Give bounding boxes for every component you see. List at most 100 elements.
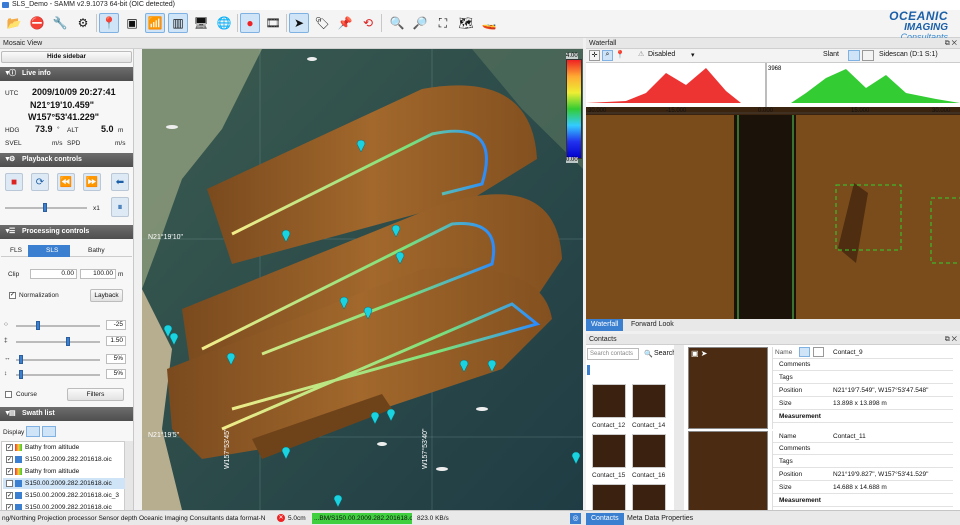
course-checkbox[interactable] <box>5 391 12 398</box>
slant-toggle[interactable]: Slant <box>823 51 839 58</box>
mode-select[interactable]: Disabled <box>648 51 675 58</box>
row-checkbox[interactable]: ✓ <box>6 492 13 499</box>
slider2-knob[interactable] <box>66 337 70 346</box>
list-item[interactable]: ✓ Bathy from altitude <box>3 442 125 453</box>
slider1[interactable] <box>16 325 100 327</box>
display-chart-icon[interactable] <box>26 426 40 437</box>
tab-meta-data-properties[interactable]: Meta Data Properties <box>622 513 698 525</box>
playback-slider-knob[interactable] <box>43 203 47 212</box>
search-icon[interactable]: 🔍 <box>644 350 653 358</box>
stop-button[interactable]: ■ <box>5 173 23 191</box>
float-close-icons[interactable]: ⧉ ✕ <box>945 334 957 345</box>
contacts-list-scrollbar[interactable] <box>674 345 684 512</box>
boat-icon[interactable]: 🚤 <box>479 13 499 33</box>
clip-max-input[interactable]: 100.00 <box>80 269 116 279</box>
slider4-value[interactable]: 5% <box>106 369 126 379</box>
pause-button[interactable]: ⏸ <box>111 197 129 217</box>
playback-icon[interactable]: 🎞 <box>263 13 283 33</box>
slider3-knob[interactable] <box>19 355 23 364</box>
contact-thumbnail[interactable] <box>632 434 666 468</box>
record-icon[interactable]: ● <box>240 13 260 33</box>
processing-controls-header[interactable]: ▼ ☰ Processing controls <box>0 225 133 239</box>
prop-value[interactable]: N21°19'9.827", W157°53'41.529" <box>833 469 928 481</box>
hide-sidebar-button[interactable]: Hide sidebar <box>1 51 132 63</box>
list-item[interactable]: ✓ S150.00.2009.282.201618.oic <box>3 454 125 465</box>
mosaic-canvas[interactable] <box>142 49 583 510</box>
split-view-icon[interactable] <box>862 50 874 61</box>
slider4[interactable] <box>16 374 100 376</box>
row-checkbox[interactable]: ✓ <box>6 468 13 475</box>
contact-preview-image[interactable]: ▣ ➤ <box>688 347 768 429</box>
loop-button[interactable]: ⟳ <box>31 173 49 191</box>
tools-icon[interactable]: 🔧 <box>50 13 70 33</box>
live-info-header[interactable]: ▼ ⓘ Live info <box>0 67 133 81</box>
prop-value[interactable]: Contact_9 <box>833 347 863 359</box>
row-checkbox[interactable] <box>6 480 13 487</box>
window-icon[interactable]: ▣ <box>122 13 142 33</box>
marker-icon[interactable]: 📌 <box>335 13 355 33</box>
tab-bathy[interactable]: Bathy <box>74 245 110 257</box>
back-button[interactable]: ⬅ <box>111 173 129 191</box>
pointer-icon[interactable]: ➤ <box>289 13 309 33</box>
undo-icon[interactable]: ⟲ <box>358 13 378 33</box>
tab-contacts[interactable]: Contacts <box>586 513 624 525</box>
fast-forward-button[interactable]: ⏩ <box>83 173 101 191</box>
waterfall-view[interactable]: 3968 30.000 -15.000 0.000 15.000 30.000 <box>586 63 960 319</box>
zoom-in-icon[interactable]: 🔍 <box>387 13 407 33</box>
zoom-out-icon[interactable]: 🔎 <box>410 13 430 33</box>
float-close-icons[interactable]: ⧉ ✕ <box>945 38 957 49</box>
filters-button[interactable]: Filters <box>67 388 124 401</box>
sidescan-view-icon[interactable] <box>848 50 860 61</box>
close-project-icon[interactable]: ⛔ <box>27 13 47 33</box>
search-input[interactable]: Search contacts <box>587 348 639 360</box>
playback-controls-header[interactable]: ▼ ⚙ Playback controls <box>0 153 133 167</box>
settings-icon[interactable]: ⚙ <box>73 13 93 33</box>
prop-value[interactable]: 13.898 x 13.898 m <box>833 398 887 410</box>
globe-icon[interactable]: 🌐 <box>214 13 234 33</box>
search-icon[interactable]: ⌕ <box>602 50 613 61</box>
slider4-knob[interactable] <box>19 370 23 379</box>
tab-forward-look[interactable]: Forward Look <box>626 319 679 331</box>
slider2-value[interactable]: 1.50 <box>106 336 126 346</box>
preview-tools-icon[interactable]: ▣ ➤ <box>691 349 707 358</box>
prop-value[interactable]: 14.688 x 14.688 m <box>833 482 887 494</box>
mosaic-map[interactable]: N21°19'10" N21°19'5" W157°53'45" W157°53… <box>142 49 583 510</box>
tab-waterfall[interactable]: Waterfall <box>586 319 624 331</box>
monitor-icon[interactable]: 🖥 <box>191 13 211 33</box>
chevron-down-icon[interactable]: ▾ <box>691 51 695 59</box>
contact-preview-image[interactable] <box>688 431 768 511</box>
slider1-value[interactable]: -25 <box>106 320 126 330</box>
list-item[interactable]: ✓ Bathy from altitude <box>3 466 125 477</box>
slider1-knob[interactable] <box>36 321 40 330</box>
open-project-icon[interactable]: 📂 <box>4 13 24 33</box>
rewind-button[interactable]: ⏪ <box>57 173 75 191</box>
clip-min-input[interactable]: 0.00 <box>30 269 77 279</box>
slider2[interactable] <box>16 341 100 343</box>
contact-thumbnail[interactable] <box>592 434 626 468</box>
location-icon[interactable]: 📍 <box>99 13 119 33</box>
search-button[interactable]: Search <box>654 350 676 357</box>
list-item[interactable]: S150.00.2009.282.201618.oic <box>3 478 125 489</box>
display-list-icon[interactable] <box>42 426 56 437</box>
contact-thumbnail[interactable] <box>632 384 666 418</box>
list-item[interactable]: ✓ S150.00.2009.282.201618.oic_3 <box>3 490 125 501</box>
layout-icon[interactable]: ▥ <box>168 13 188 33</box>
slider3-value[interactable]: 5% <box>106 354 126 364</box>
tag-icon[interactable]: 🏷 <box>312 13 332 33</box>
location-icon[interactable]: ◎ <box>570 513 581 524</box>
normalization-checkbox[interactable]: ✓ <box>9 292 16 299</box>
row-checkbox[interactable]: ✓ <box>6 456 13 463</box>
contact-thumbnail[interactable] <box>592 384 626 418</box>
row-checkbox[interactable]: ✓ <box>6 444 13 451</box>
sidescan-mode[interactable]: Sidescan (D:1 S:1) <box>879 51 938 58</box>
wifi-icon[interactable]: 📶 <box>145 13 165 33</box>
tab-sls[interactable]: SLS <box>28 245 70 257</box>
crosshair-icon[interactable]: ✛ <box>589 50 600 61</box>
marker-icon[interactable]: 📍 <box>615 50 625 59</box>
slider3[interactable] <box>16 359 100 361</box>
prop-value[interactable]: Contact_11 <box>833 431 866 443</box>
map-layers-icon[interactable]: 🗺 <box>456 13 476 33</box>
prop-value[interactable]: N21°19'7.549", W157°53'47.548" <box>833 385 928 397</box>
swath-list-header[interactable]: ▼ ▤ Swath list <box>0 407 133 421</box>
layback-button[interactable]: Layback <box>90 289 123 302</box>
